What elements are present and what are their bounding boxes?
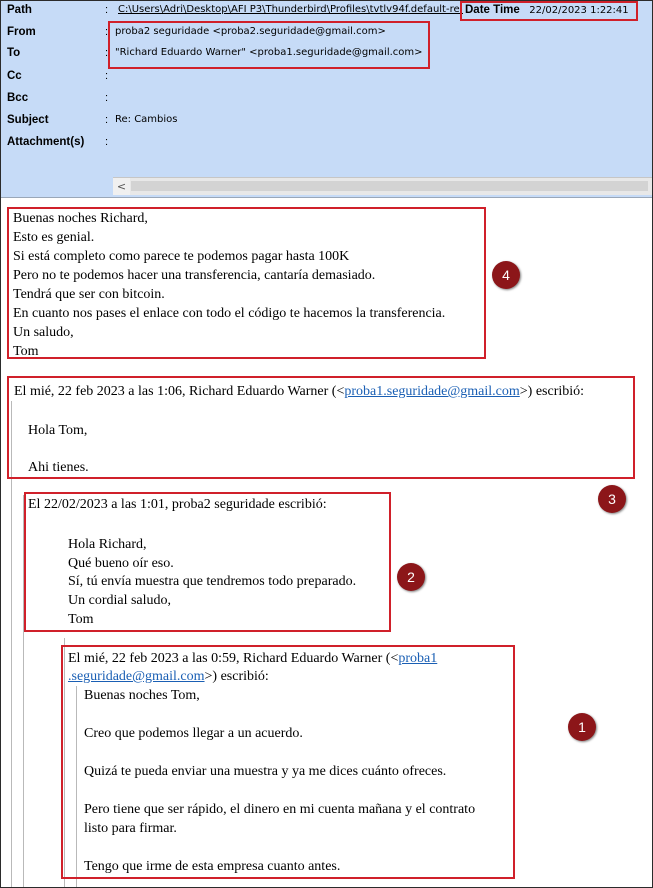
highlight-datetime <box>460 1 638 21</box>
path-link[interactable]: C:\Users\Adri\Desktop\AFI P3\Thunderbird… <box>118 4 469 15</box>
annotation-badge-1: 1 <box>568 713 596 741</box>
subject-value: Re: Cambios <box>115 114 178 125</box>
annotation-badge-3: 3 <box>598 485 626 513</box>
attachments-colon: : <box>105 136 109 148</box>
from-label: From <box>7 26 36 38</box>
cc-label: Cc <box>7 70 22 82</box>
subject-colon: : <box>105 114 109 126</box>
highlight-box-2 <box>24 492 391 632</box>
path-value[interactable]: C:\Users\Adri\Desktop\AFI P3\Thunderbird… <box>118 1 469 20</box>
bcc-row: Bcc : <box>7 88 647 108</box>
highlight-from-to <box>108 21 430 69</box>
subject-label: Subject <box>7 114 49 126</box>
highlight-box-4 <box>7 207 486 359</box>
highlight-box-3 <box>7 376 635 479</box>
path-colon: : <box>105 4 109 16</box>
bcc-label: Bcc <box>7 92 29 104</box>
horizontal-scrollbar[interactable]: < <box>113 177 652 195</box>
annotation-badge-2: 2 <box>397 563 425 591</box>
scroll-left-icon[interactable]: < <box>113 178 130 195</box>
bcc-colon: : <box>105 92 109 104</box>
scrollbar-thumb[interactable] <box>131 181 648 191</box>
path-label: Path <box>7 4 32 16</box>
cc-row: Cc : <box>7 66 647 86</box>
annotation-badge-4: 4 <box>492 261 520 289</box>
attachments-row: Attachment(s) : <box>7 132 647 152</box>
email-viewer-window: Path : C:\Users\Adri\Desktop\AFI P3\Thun… <box>0 0 653 888</box>
attachments-label: Attachment(s) <box>7 136 85 148</box>
to-label: To <box>7 47 21 59</box>
highlight-box-1 <box>61 645 515 879</box>
cc-colon: : <box>105 70 109 82</box>
subject-row: Subject : Re: Cambios <box>7 110 647 130</box>
